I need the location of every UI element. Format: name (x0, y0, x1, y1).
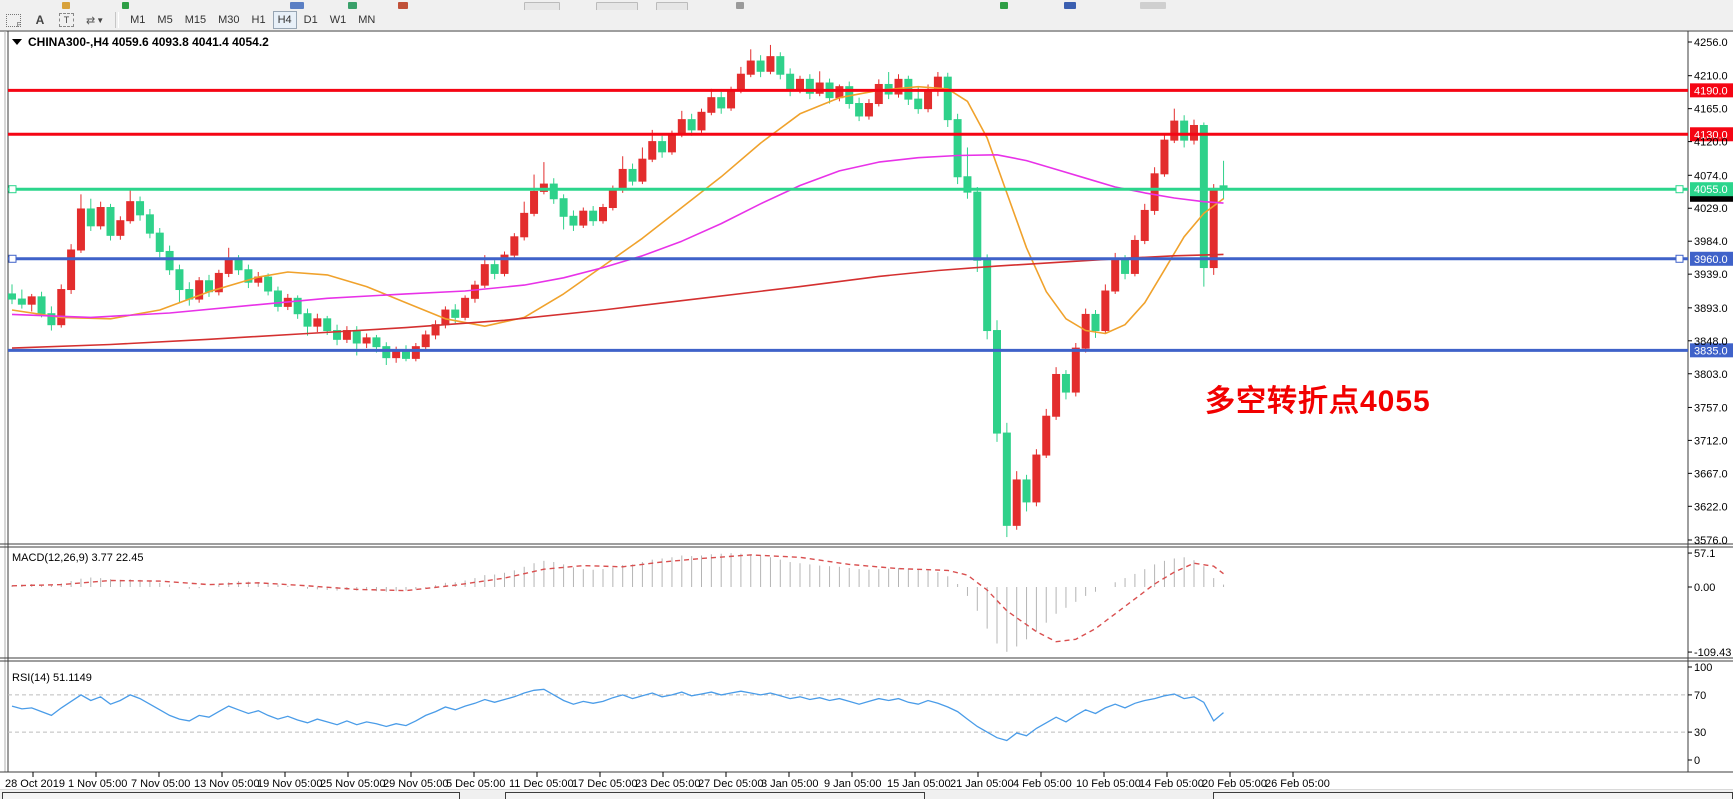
time-tick-label: 4 Feb 05:00 (1013, 778, 1072, 789)
time-tick-label: 20 Feb 05:00 (1202, 778, 1267, 789)
macd-indicator-label: MACD(12,26,9) 3.77 22.45 (12, 552, 143, 564)
price-tick-label: 3757.0 (1694, 402, 1728, 414)
time-tick-label: 27 Dec 05:00 (698, 778, 763, 789)
time-tick-label: 19 Nov 05:00 (257, 778, 322, 789)
time-tick-label: 5 Dec 05:00 (446, 778, 505, 789)
toolbar-fragment (348, 2, 357, 9)
rsi-tick-label: 70 (1694, 690, 1706, 702)
time-tick-label: 23 Dec 05:00 (635, 778, 700, 789)
price-tick-label: 4256.0 (1694, 37, 1728, 49)
chart-annotation-text: 多空转折点4055 (1205, 376, 1431, 420)
time-tick-label: 10 Feb 05:00 (1076, 778, 1141, 789)
toolbar-fragment (290, 2, 304, 9)
macd-tick-label: -109.43 (1694, 647, 1731, 659)
chart-window: 4190.04130.04055.03960.03835.04256.04210… (0, 30, 1733, 789)
line-handle[interactable] (9, 255, 16, 262)
price-tick-label: 3984.0 (1694, 236, 1728, 248)
timeframe-button-mn[interactable]: MN (353, 11, 380, 29)
toolbar-fragment (398, 2, 408, 9)
price-tick-label: 4210.0 (1694, 71, 1728, 83)
rsi-tick-label: 0 (1694, 755, 1700, 767)
price-tick-label: 3622.0 (1694, 501, 1728, 513)
time-tick-label: 28 Oct 2019 (5, 778, 65, 789)
timeframe-button-group: M1M5M15M30H1H4D1W1MN (124, 11, 381, 29)
chart-toolbar: A T ⇄ ▼ M1M5M15M30H1H4D1W1MN (0, 10, 1733, 30)
time-tick-label: 7 Nov 05:00 (131, 778, 190, 789)
price-tick-label: 4029.0 (1694, 203, 1728, 215)
time-tick-label: 26 Feb 05:00 (1265, 778, 1330, 789)
macd-tick-label: 57.1 (1694, 548, 1715, 560)
timeframe-button-h4[interactable]: H4 (273, 11, 297, 29)
toolbar-fragment (736, 2, 744, 9)
price-tick-label: 3667.0 (1694, 468, 1728, 480)
time-tick-label: 17 Dec 05:00 (572, 778, 637, 789)
time-tick-label: 13 Nov 05:00 (194, 778, 259, 789)
chart-background (0, 30, 1733, 789)
toolbar-fragment (122, 2, 129, 9)
price-tick-label: 4120.0 (1694, 137, 1728, 149)
time-tick-label: 11 Dec 05:00 (509, 778, 574, 789)
price-line-label-text: 4055.0 (1694, 184, 1728, 196)
time-tick-label: 29 Nov 05:00 (383, 778, 448, 789)
toolbar-separator (115, 12, 119, 28)
grid-icon (6, 14, 21, 27)
price-tick-label: 3803.0 (1694, 369, 1728, 381)
timeframe-button-h1[interactable]: H1 (247, 11, 271, 29)
rsi-tick-label: 100 (1694, 662, 1712, 674)
time-tick-label: 14 Feb 05:00 (1139, 778, 1204, 789)
font-a-icon: A (36, 13, 45, 27)
timeframe-button-d1[interactable]: D1 (299, 11, 323, 29)
price-tick-label: 3893.0 (1694, 303, 1728, 315)
time-tick-label: 25 Nov 05:00 (320, 778, 385, 789)
text-tool-button[interactable]: T (54, 11, 79, 29)
line-handle[interactable] (1676, 186, 1683, 193)
chevron-down-icon: ▼ (96, 16, 104, 25)
toolbar-fragment (62, 2, 70, 9)
time-tick-label: 1 Nov 05:00 (68, 778, 127, 789)
line-handle[interactable] (9, 186, 16, 193)
chart-symbol-title: CHINA300-,H4 4059.6 4093.8 4041.4 4054.2 (28, 35, 269, 49)
price-tick-label: 4165.0 (1694, 104, 1728, 116)
timeframe-button-m1[interactable]: M1 (125, 11, 150, 29)
toolbar-fragment (1140, 2, 1166, 9)
macd-tick-label: 0.00 (1694, 582, 1715, 594)
timeframe-button-m15[interactable]: M15 (180, 11, 211, 29)
price-tick-label: 3712.0 (1694, 435, 1728, 447)
timeframe-button-m30[interactable]: M30 (213, 11, 244, 29)
rsi-indicator-label: RSI(14) 51.1149 (12, 672, 92, 684)
label-tool-button[interactable]: A (28, 11, 52, 29)
price-tick-label: 3939.0 (1694, 269, 1728, 281)
snap-grid-button[interactable] (1, 11, 26, 29)
arrow-objects-button[interactable]: ⇄ ▼ (81, 11, 109, 29)
timeframe-button-w1[interactable]: W1 (325, 11, 352, 29)
price-line-label-text: 4190.0 (1694, 85, 1728, 97)
text-box-icon: T (59, 13, 74, 27)
rsi-tick-label: 30 (1694, 727, 1706, 739)
price-line-label-text: 3960.0 (1694, 254, 1728, 266)
timeframe-button-m5[interactable]: M5 (152, 11, 177, 29)
line-handle[interactable] (1676, 255, 1683, 262)
arrows-icon: ⇄ (86, 14, 93, 27)
price-tick-label: 4074.0 (1694, 170, 1728, 182)
price-tick-label: 3848.0 (1694, 336, 1728, 348)
time-tick-label: 3 Jan 05:00 (761, 778, 819, 789)
time-tick-label: 15 Jan 05:00 (887, 778, 951, 789)
time-tick-label: 21 Jan 05:00 (950, 778, 1014, 789)
main-chart-canvas[interactable]: 4190.04130.04055.03960.03835.04256.04210… (0, 30, 1733, 789)
toolbar-fragment (1064, 2, 1076, 9)
time-tick-label: 9 Jan 05:00 (824, 778, 882, 789)
price-tick-label: 3576.0 (1694, 535, 1728, 547)
toolbar-fragment (1000, 2, 1008, 9)
